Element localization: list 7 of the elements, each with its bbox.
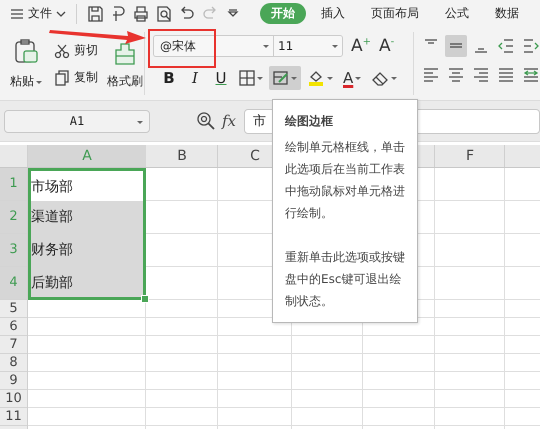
tooltip-title: 绘图边框 xyxy=(285,113,334,130)
table-cell: 后勤部 xyxy=(28,267,146,300)
table-cell: 市场部 xyxy=(28,168,146,201)
table-cell: 渠道部 xyxy=(28,201,146,234)
table-cell: 财务部 xyxy=(28,234,146,267)
tooltip-text: 绘制单元格框线，单击此选项后在当前工作表中拖动鼠标对单元格进行绘制。 xyxy=(285,139,405,222)
tooltip-text: 重新单击此选项或按键盘中的Esc键可退出绘制状态。 xyxy=(285,249,405,310)
